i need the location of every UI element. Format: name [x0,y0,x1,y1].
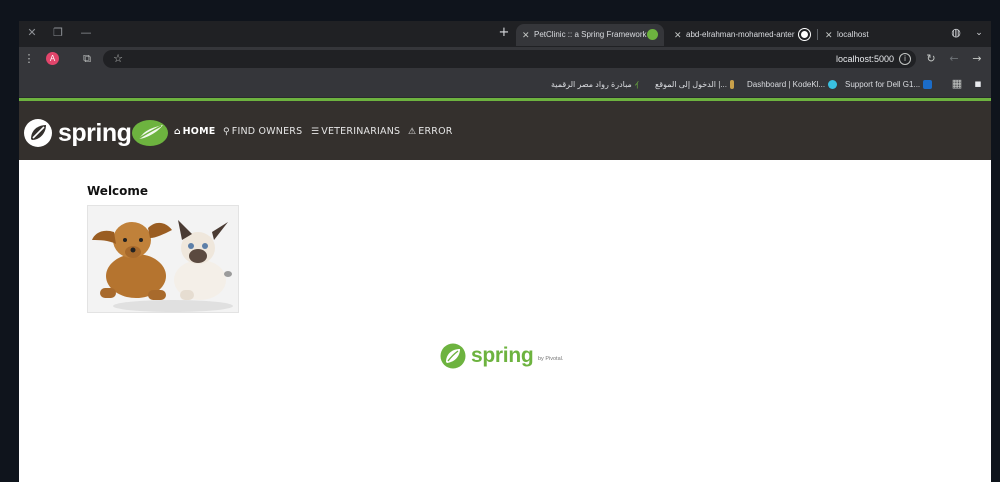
tab-strip: ✕ ❐ — + ✕ PetClinic :: a Spring Framewor… [19,21,991,47]
kodekloud-icon [828,80,838,90]
tab-localhost[interactable]: ✕ localhost [819,24,939,46]
reload-icon[interactable]: ↻ [923,51,939,67]
bookmark-item[interactable]: Support for Dell G1... [845,79,935,90]
nav-home[interactable]: ⌂ HOME [174,126,215,138]
nav-label: FIND OWNERS [231,126,303,137]
tab-title: PetClinic :: a Spring Framework [534,30,647,39]
nav-label: VETERINARIANS [321,126,401,137]
close-window-icon[interactable]: ✕ [25,26,39,40]
bookmark-label: Support for Dell G1... [845,80,921,89]
leaf-icon: ⺅ [634,81,643,91]
web-page: spring ⌂ HOME ⚲ FIND OWNERS ☰ VETERINARIANS… [19,98,991,482]
restore-window-icon[interactable]: ❐ [51,26,65,40]
tab-search-dropdown-icon[interactable]: ⌄ [972,26,986,40]
bookmark-label: الدخول إلى الموقع |... [655,80,727,89]
forward-icon[interactable]: → [969,51,985,67]
github-favicon-icon [799,29,810,40]
spring-leaf-icon [24,119,52,147]
site-icon [730,80,734,90]
spring-logo[interactable]: spring [23,118,169,148]
leaf-badge-icon [132,120,168,146]
search-icon: ⚲ [223,127,230,137]
close-tab-icon[interactable]: ✕ [674,24,682,46]
nav-label: ERROR [418,126,453,137]
url-text: localhost:5000 [835,54,894,64]
site-info-icon[interactable]: i [899,53,911,65]
back-icon[interactable]: ← [946,51,962,67]
brand-name: spring [58,119,132,147]
home-icon: ⌂ [174,127,181,137]
pets-illustration [88,206,238,312]
close-tab-icon[interactable]: ✕ [825,24,833,46]
tab-separator [817,29,818,40]
navbar: spring ⌂ HOME ⚲ FIND OWNERS ☰ VETERINARIANS… [19,98,991,160]
bookmark-item[interactable]: الدخول إلى الموقع |... [655,79,737,90]
nav-label: HOME [182,126,216,137]
nav-error[interactable]: ⚠ ERROR [408,126,453,138]
footer-brand: spring [471,344,534,367]
list-icon: ☰ [311,127,320,137]
extensions-icon[interactable]: ⧉ [79,51,95,67]
apps-grid-icon[interactable]: ▦ [949,76,965,92]
new-tab-button[interactable]: + [497,26,511,40]
dell-icon [923,80,933,90]
bookmark-star-icon[interactable]: ☆ [110,51,126,67]
bookmark-item[interactable]: مبادرة رواد مصر الرقمية ⺅ [551,79,647,90]
browser-toolbar: ⋮ A ⧉ ☆ localhost:5000 i ↻ ← → [19,47,991,71]
all-bookmarks-icon[interactable]: ▪ [970,76,986,92]
close-tab-icon[interactable]: ✕ [522,24,530,46]
footer-spring-logo: spring by Pivotal. [440,342,570,374]
globe-icon[interactable]: ◍ [949,26,963,40]
minimize-window-icon[interactable]: — [79,26,93,40]
bookmark-label: Dashboard | KodeKl... [747,80,826,89]
spring-leaf-icon [440,343,466,369]
bookmark-item[interactable]: Dashboard | KodeKl... [747,79,840,90]
spring-favicon-icon [647,29,658,40]
bookmarks-bar: مبادرة رواد مصر الرقمية ⺅ الدخول إلى المو… [19,71,991,98]
tab-title: abd-elrahman-mohamed-anter [686,30,795,39]
profile-avatar[interactable]: A [46,52,59,65]
address-bar[interactable]: ☆ localhost:5000 i [103,50,916,68]
nav-veterinarians[interactable]: ☰ VETERINARIANS [311,126,400,138]
tab-github[interactable]: ✕ abd-elrahman-mohamed-anter [668,24,816,46]
tab-title: localhost [837,30,869,39]
footer-by-text: by Pivotal. [538,356,564,362]
warning-icon: ⚠ [408,127,417,137]
browser-window: ✕ ❐ — + ✕ PetClinic :: a Spring Framewor… [19,21,991,482]
nav-find-owners[interactable]: ⚲ FIND OWNERS [223,126,302,138]
page-title: Welcome [87,184,149,198]
bookmark-label: مبادرة رواد مصر الرقمية [551,80,632,89]
tab-petclinic[interactable]: ✕ PetClinic :: a Spring Framework [516,24,664,46]
pets-image [87,205,239,313]
menu-dots-icon[interactable]: ⋮ [21,51,37,67]
